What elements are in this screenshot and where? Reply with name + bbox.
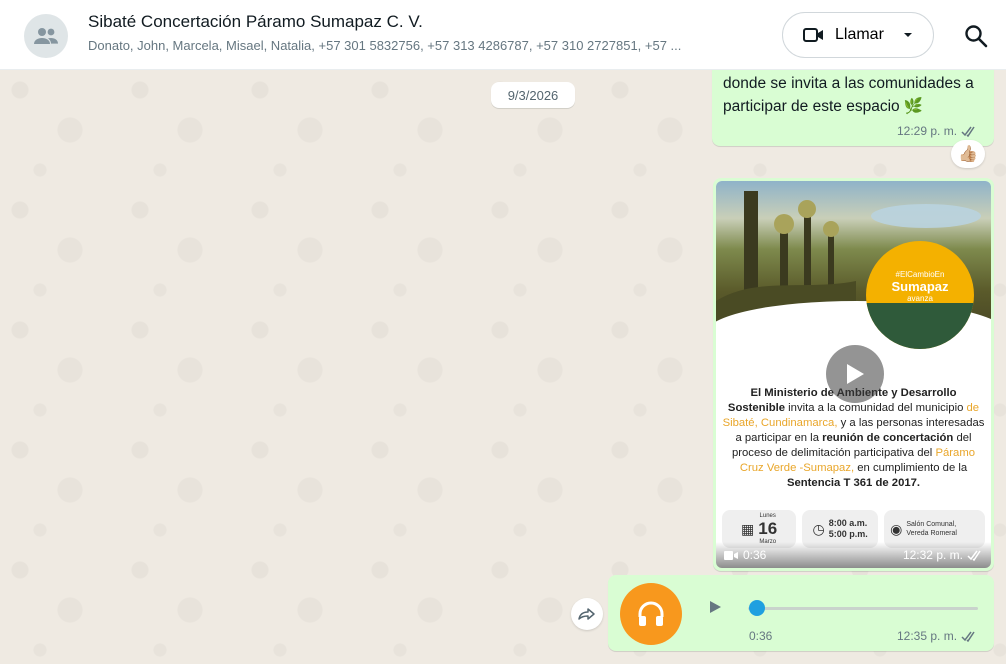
sumapaz-logo: #ElCambioEn Sumapaz avanza	[866, 241, 974, 349]
double-check-icon	[967, 550, 981, 561]
headphones-icon	[638, 601, 664, 626]
audio-duration: 0:36	[749, 629, 773, 643]
group-members[interactable]: Donato, John, Marcela, Misael, Natalia, …	[88, 38, 758, 53]
chat-header: Sibaté Concertación Páramo Sumapaz C. V.…	[0, 0, 1006, 70]
message-time: 12:35 p. m.	[897, 629, 958, 643]
location-icon: ◉	[890, 520, 903, 537]
call-button-label: Llamar	[835, 26, 884, 43]
chat-window: Sibaté Concertación Páramo Sumapaz C. V.…	[0, 0, 1006, 664]
video-camera-icon	[803, 28, 823, 42]
video-play-button[interactable]	[826, 345, 884, 403]
search-icon[interactable]	[962, 22, 990, 50]
audio-avatar	[620, 583, 682, 645]
video-duration: 0:36	[724, 548, 766, 562]
chevron-down-icon[interactable]	[902, 31, 914, 39]
message-meta: 12:29 p. m.	[897, 124, 977, 138]
date-separator: 9/3/2026	[491, 82, 575, 108]
message-meta: 12:32 p. m.	[903, 548, 983, 562]
message-bubble-text[interactable]: donde se invita a las comunidades a part…	[712, 62, 994, 146]
forward-icon	[578, 608, 595, 620]
audio-progress-track[interactable]	[748, 607, 978, 610]
message-bubble-audio[interactable]: 0:36 12:35 p. m.	[608, 575, 994, 651]
message-bubble-video[interactable]: #ElCambioEn Sumapaz avanza El Ministerio…	[713, 178, 994, 571]
message-reaction[interactable]: 👍🏼	[951, 140, 985, 168]
video-camera-icon	[724, 550, 738, 560]
message-time: 12:32 p. m.	[902, 548, 963, 562]
message-time: 12:29 p. m.	[897, 124, 958, 138]
group-title[interactable]: Sibaté Concertación Páramo Sumapaz C. V.	[88, 12, 423, 32]
double-check-icon	[961, 631, 975, 642]
message-text: donde se invita a las comunidades a part…	[723, 75, 974, 115]
video-thumbnail[interactable]: #ElCambioEn Sumapaz avanza El Ministerio…	[716, 181, 991, 568]
group-avatar[interactable]	[24, 14, 68, 58]
audio-play-button[interactable]	[708, 600, 722, 614]
forward-button[interactable]	[571, 598, 603, 630]
call-button[interactable]: Llamar	[782, 12, 934, 58]
double-check-icon	[961, 126, 975, 137]
message-meta: 12:35 p. m.	[897, 629, 977, 643]
play-icon	[847, 364, 864, 384]
audio-progress-knob[interactable]	[749, 600, 765, 616]
calendar-icon: ▦	[741, 520, 755, 537]
group-icon	[34, 28, 58, 44]
clock-icon: ◷	[812, 520, 825, 537]
